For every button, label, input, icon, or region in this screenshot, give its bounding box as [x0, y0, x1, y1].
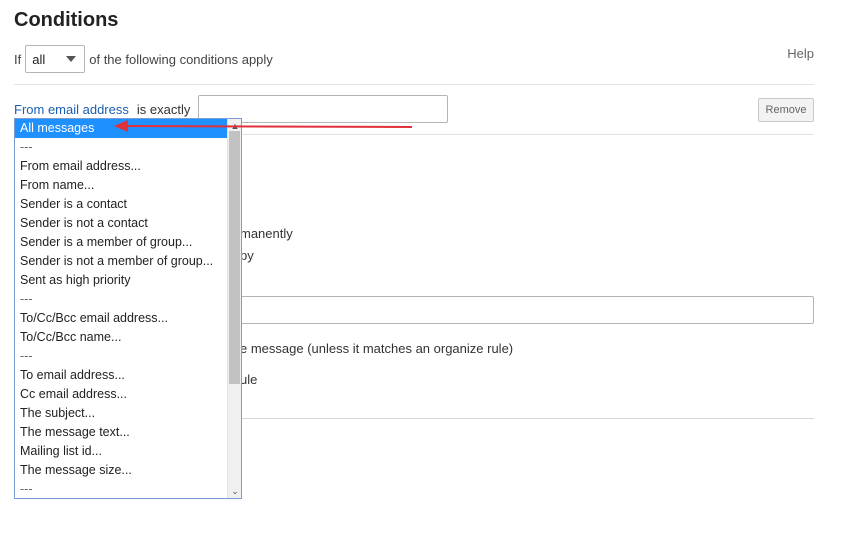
scrollbar-thumb[interactable]	[229, 131, 240, 384]
dropdown-separator: ---	[20, 349, 33, 363]
dropdown-option[interactable]: Sender is not a contact	[15, 214, 227, 233]
match-type-select[interactable]: all	[25, 45, 86, 73]
dropdown-option[interactable]: To/Cc/Bcc name...	[15, 328, 227, 347]
page-title: Conditions	[14, 9, 119, 31]
dropdown-option[interactable]: To email address...	[15, 366, 227, 385]
dropdown-options: All messages --- From email address... From…	[15, 119, 241, 498]
dropdown-option[interactable]: All messages	[15, 119, 227, 138]
following-conditions-label: of the following conditions apply	[89, 51, 273, 67]
scroll-down-icon[interactable]: ⌄	[228, 484, 241, 498]
dropdown-option[interactable]: Sent as high priority	[15, 271, 227, 290]
dropdown-option[interactable]: Sender is a member of group...	[15, 233, 227, 252]
remove-button[interactable]: Remove	[758, 98, 814, 122]
dropdown-option[interactable]: The message text...	[15, 423, 227, 442]
dropdown-option[interactable]: From name...	[15, 176, 227, 195]
dropdown-option[interactable]: Mailing list id...	[15, 442, 227, 461]
dropdown-separator: ---	[20, 140, 33, 154]
chevron-down-icon	[66, 56, 77, 62]
action-target-input[interactable]	[232, 296, 814, 324]
condition-field-dropdown[interactable]: All messages --- From email address... From…	[14, 118, 242, 499]
action-label-copy: py	[240, 248, 254, 263]
dropdown-option[interactable]: Sender is not a member of group...	[15, 252, 227, 271]
dropdown-option[interactable]: The message size...	[15, 461, 227, 480]
dropdown-separator: ---	[20, 482, 33, 496]
condition-match-line: If all of the following conditions apply	[14, 45, 273, 73]
action-label-message: e message (unless it matches an organize…	[240, 341, 514, 356]
action-label-rule: ule	[240, 372, 258, 387]
condition-field-link[interactable]: From email address	[14, 102, 129, 117]
dropdown-option[interactable]: Sender is a contact	[15, 195, 227, 214]
dropdown-option[interactable]: The subject...	[15, 404, 227, 423]
dropdown-option[interactable]: To/Cc/Bcc email address...	[15, 309, 227, 328]
action-label-delete-permanently: manently	[240, 226, 293, 241]
help-link[interactable]: Help	[787, 46, 814, 61]
divider	[14, 84, 814, 85]
condition-operator-label: is exactly	[136, 101, 191, 117]
match-type-value: all	[32, 51, 46, 67]
if-label: If	[14, 51, 22, 67]
dropdown-option[interactable]: From email address...	[15, 157, 227, 176]
dropdown-option[interactable]: Cc email address...	[15, 385, 227, 404]
dropdown-scrollbar[interactable]: ▲ ⌄	[227, 119, 241, 498]
dropdown-separator: ---	[20, 292, 33, 306]
